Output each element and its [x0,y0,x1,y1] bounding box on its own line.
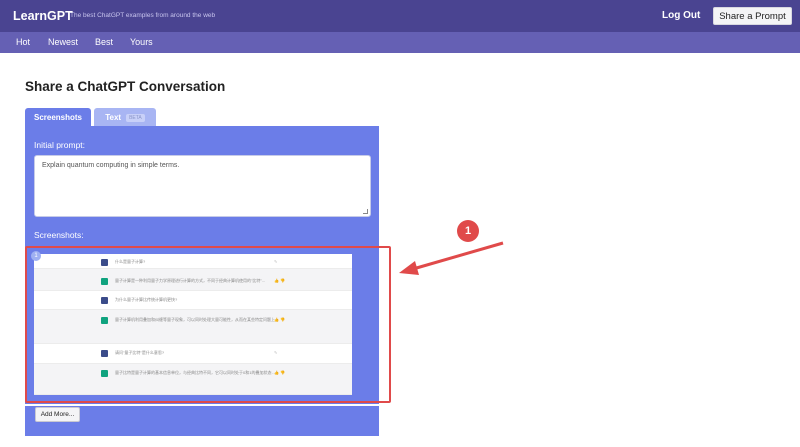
nav-newest[interactable]: Newest [48,37,78,47]
share-prompt-button[interactable]: Share a Prompt [713,7,792,25]
nav-yours[interactable]: Yours [130,37,153,47]
tab-text[interactable]: Text BETA [94,108,156,127]
initial-prompt-label: Initial prompt: [34,140,86,150]
beta-badge: BETA [126,113,145,122]
nav-hot[interactable]: Hot [16,37,30,47]
tab-text-label: Text [105,113,122,122]
tagline: The best ChatGPT examples from around th… [70,12,216,19]
annotation-arrow-icon [399,241,504,275]
annotation-callout: 1 [457,220,479,242]
annotation-highlight-box [25,246,391,403]
logout-link[interactable]: Log Out [662,10,700,21]
page-title: Share a ChatGPT Conversation [25,79,226,94]
nav-bar: Hot Newest Best Yours [0,32,800,53]
nav-best[interactable]: Best [95,37,113,47]
brand-logo[interactable]: LearnGPT [13,9,73,23]
top-bar: LearnGPT The best ChatGPT examples from … [0,0,800,32]
initial-prompt-value: Explain quantum computing in simple term… [42,162,180,169]
add-more-button[interactable]: Add More... [35,407,80,422]
tab-screenshots[interactable]: Screenshots [25,108,91,127]
initial-prompt-input[interactable]: Explain quantum computing in simple term… [34,155,371,217]
resize-handle-icon[interactable] [363,209,368,214]
tab-screenshots-label: Screenshots [33,113,83,122]
screenshots-label: Screenshots: [34,230,84,240]
